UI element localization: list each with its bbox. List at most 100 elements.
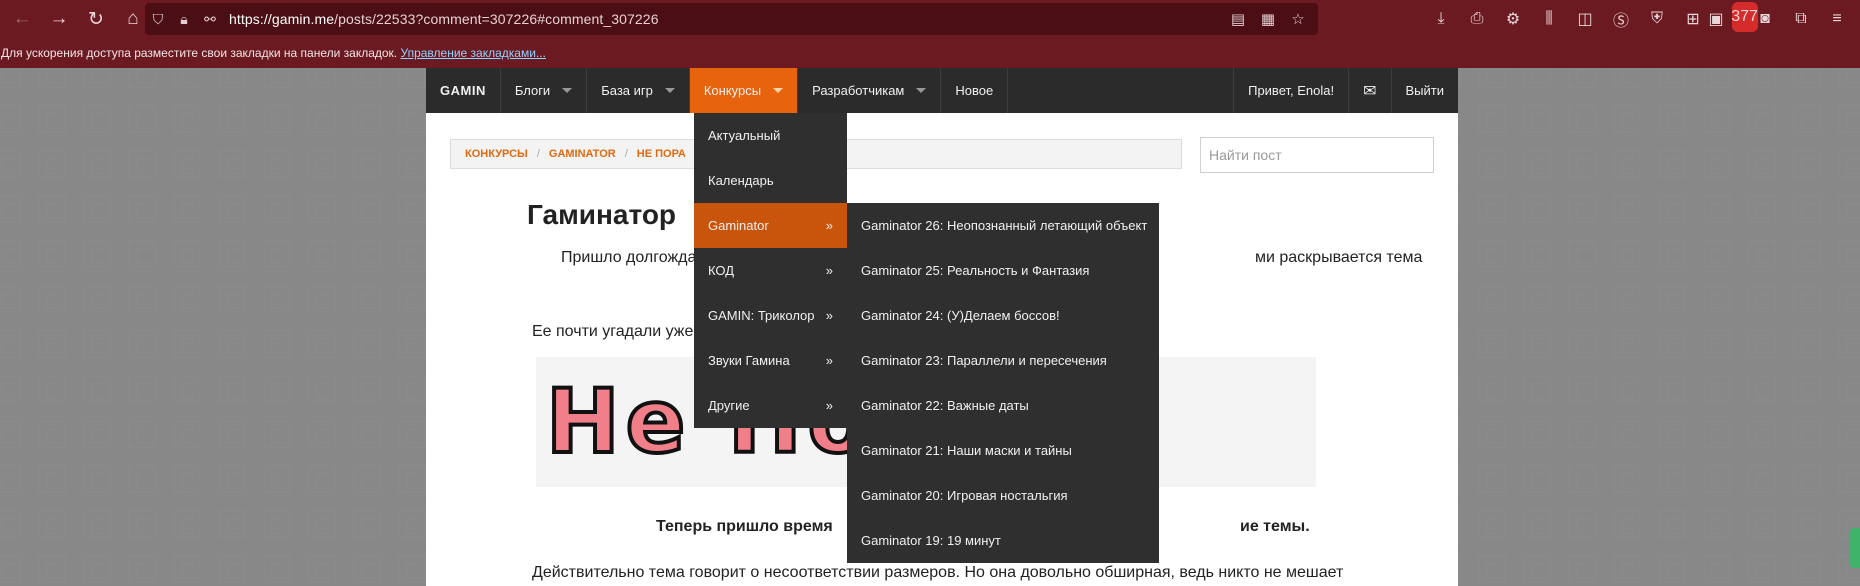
reader-view-icon[interactable]: ▤ [1226, 10, 1250, 28]
background-tile [1793, 375, 1821, 403]
bookmark-star-icon[interactable]: ☆ [1286, 10, 1310, 28]
background-tile [1748, 510, 1776, 538]
menu-icon[interactable]: ≡ [1824, 4, 1850, 34]
background-tile [1838, 330, 1860, 358]
submenu-item[interactable]: Gaminator 25: Реальность и Фантазия [847, 248, 1159, 293]
sidebar-icon[interactable]: ◫ [1572, 4, 1598, 34]
extensions-grid-icon[interactable]: ▦ [1256, 10, 1280, 28]
nav-new[interactable]: Новое [941, 68, 1009, 113]
back-icon[interactable]: ← [7, 4, 37, 34]
nav-blogs[interactable]: Блоги [501, 68, 588, 113]
download-icon[interactable]: ⤓ [1428, 4, 1454, 34]
forward-icon[interactable]: → [44, 4, 74, 34]
submenu-item[interactable]: Gaminator 20: Игровая ностальгия [847, 473, 1159, 518]
background-tile [1793, 465, 1821, 493]
background-tile [173, 465, 201, 493]
background-tile [1703, 375, 1731, 403]
ublock-icon[interactable]: ⛨ [1644, 4, 1670, 34]
background-tile [398, 105, 426, 133]
extension-mask-icon[interactable]: ◙ [1752, 4, 1778, 34]
extension-s-icon[interactable]: Ⓢ [1608, 4, 1634, 34]
nav-contests[interactable]: Конкурсы [689, 68, 799, 113]
background-tile [308, 510, 336, 538]
background-tile [83, 105, 111, 133]
site-logo[interactable]: GAMIN [426, 68, 501, 113]
background-tile [38, 510, 66, 538]
submenu-item[interactable]: Gaminator 22: Важные даты [847, 383, 1159, 428]
nav-new-label: Новое [955, 83, 994, 98]
background-tile [398, 465, 426, 493]
submenu-item[interactable]: Gaminator 19: 19 минут [847, 518, 1159, 563]
nav-developers[interactable]: Разработчикам [798, 68, 942, 113]
background-tile [128, 555, 156, 583]
submenu-arrow-icon: » [825, 218, 833, 233]
menu-item-kod[interactable]: КОД » [694, 248, 847, 293]
menu-item-calendar[interactable]: Календарь [694, 158, 847, 203]
background-tile [353, 68, 381, 88]
background-tile [263, 105, 291, 133]
menu-item-sounds[interactable]: Звуки Гамина » [694, 338, 847, 383]
background-tile [1658, 240, 1686, 268]
reload-icon[interactable]: ↻ [81, 4, 111, 34]
nav-greeting[interactable]: Привет, Enola! [1233, 68, 1348, 113]
background-tile [173, 510, 201, 538]
submenu-item[interactable]: Gaminator 21: Наши маски и тайны [847, 428, 1159, 473]
background-tile [1523, 240, 1551, 268]
menu-item-other[interactable]: Другие » [694, 383, 847, 428]
menu-item-label: GAMIN: Триколор [708, 308, 815, 323]
address-bar[interactable]: ⛉ 🔒︎ ⚯ https://gamin.me/posts/22533?comm… [145, 3, 1318, 35]
background-tile [1478, 68, 1506, 88]
nav-logout[interactable]: Выйти [1390, 68, 1459, 113]
submenu-item[interactable]: Gaminator 23: Параллели и пересечения [847, 338, 1159, 383]
breadcrumb-gaminator[interactable]: GAMINATOR [549, 148, 616, 160]
background-tile [1658, 465, 1686, 493]
background-tile [83, 150, 111, 178]
menu-item-gaminator[interactable]: Gaminator » [694, 203, 847, 248]
lock-icon[interactable]: 🔒︎ [171, 11, 197, 28]
submenu-item[interactable]: Gaminator 26: Неопознанный летающий объе… [847, 203, 1159, 248]
breadcrumb-contests[interactable]: КОНКУРСЫ [465, 148, 528, 160]
background-tile [353, 285, 381, 313]
url-text[interactable]: https://gamin.me/posts/22533?comment=307… [229, 11, 659, 27]
background-tile [1703, 195, 1731, 223]
background-tile [1613, 105, 1641, 133]
background-tile [1793, 150, 1821, 178]
background-tile [173, 285, 201, 313]
background-tile [308, 150, 336, 178]
background-tile [128, 285, 156, 313]
background-tile [398, 240, 426, 268]
background-tile [263, 330, 291, 358]
print-icon[interactable]: ⎙ [1464, 4, 1490, 34]
background-tile [0, 555, 21, 583]
background-tile [1523, 330, 1551, 358]
nav-games-db[interactable]: База игр [587, 68, 690, 113]
background-tile [353, 465, 381, 493]
search-input[interactable]: Найти пост [1200, 137, 1434, 173]
background-tile [1838, 105, 1860, 133]
home-icon[interactable]: ⌂ [118, 4, 148, 34]
manage-bookmarks-link[interactable]: Управление закладками... [400, 46, 545, 60]
background-tile [398, 420, 426, 448]
background-tile [1703, 285, 1731, 313]
submenu-item[interactable]: Gaminator 24: (У)Делаем боссов! [847, 293, 1159, 338]
permissions-icon[interactable]: ⚯ [197, 11, 223, 28]
background-tile [1748, 420, 1776, 448]
settings-gear-icon[interactable]: ⚙ [1500, 4, 1526, 34]
shield-icon[interactable]: ⛉ [145, 11, 171, 28]
menu-item-current[interactable]: Актуальный [694, 113, 847, 158]
nav-messages[interactable]: ✉ [1348, 68, 1390, 113]
side-widget-tab[interactable] [1850, 528, 1860, 568]
background-tile [1793, 420, 1821, 448]
menu-item-tricolor[interactable]: GAMIN: Триколор » [694, 293, 847, 338]
library-icon[interactable]: ⫼ [1536, 4, 1562, 34]
background-tile [218, 240, 246, 268]
background-tile [1568, 420, 1596, 448]
background-tile [263, 375, 291, 403]
background-tile [353, 420, 381, 448]
background-tile [1658, 68, 1686, 88]
extensions-puzzle-icon[interactable]: ⧉ [1788, 4, 1814, 34]
notifications-icon[interactable]: ▣ 377 [1708, 2, 1758, 34]
extension-grid-icon[interactable]: ⊞ [1680, 4, 1706, 34]
breadcrumb-current[interactable]: НЕ ПОРА [637, 148, 686, 160]
